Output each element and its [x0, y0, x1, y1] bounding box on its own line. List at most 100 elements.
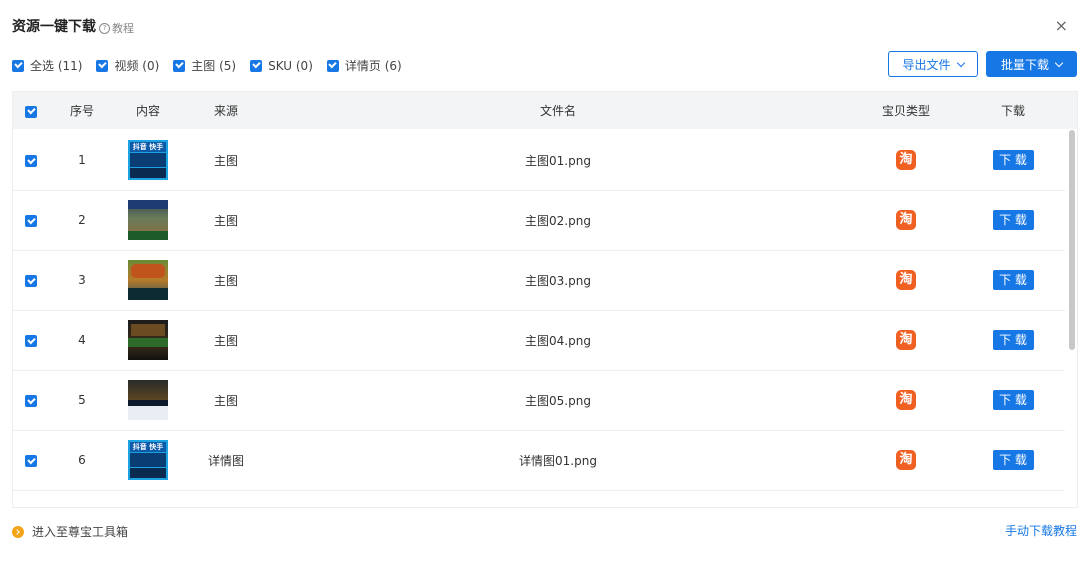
filter-label: 详情页 (6): [344, 59, 402, 73]
row-checkbox[interactable]: [25, 273, 43, 288]
batch-download-button[interactable]: 批量下载: [986, 51, 1077, 77]
row-index: 5: [78, 393, 86, 407]
row-thumbnail[interactable]: [123, 260, 173, 300]
row-checkbox[interactable]: [25, 153, 43, 168]
col-filename: 文件名: [539, 104, 576, 118]
checkbox-icon[interactable]: [326, 59, 339, 72]
row-checkbox[interactable]: [25, 333, 43, 348]
chevron-down-icon: [1054, 58, 1064, 67]
download-button[interactable]: 下 载: [983, 330, 1043, 350]
filter-detail-page[interactable]: 详情页 (6): [326, 57, 402, 74]
taobao-icon: 淘: [896, 330, 916, 350]
filter-label: 全选 (11): [30, 59, 83, 73]
filter-main-image[interactable]: 主图 (5): [173, 57, 236, 74]
thumbnail-image: [128, 320, 168, 360]
taobao-icon: 淘: [896, 450, 916, 470]
table-row: 3 主图 主图03.png 淘 下 载: [13, 250, 1065, 311]
download-label[interactable]: 下 载: [992, 150, 1034, 170]
checkbox-icon[interactable]: [25, 155, 37, 168]
download-button[interactable]: 下 载: [983, 390, 1043, 410]
download-label[interactable]: 下 载: [992, 210, 1034, 230]
filter-sku[interactable]: SKU (0): [250, 59, 313, 73]
row-thumbnail[interactable]: 抖音 快手: [123, 140, 173, 180]
chevron-down-icon: [956, 58, 965, 67]
thumbnail-image: [128, 380, 168, 420]
checkbox-icon[interactable]: [25, 105, 37, 118]
filter-label: SKU (0): [268, 58, 313, 73]
thumbnail-image: 抖音 快手: [128, 140, 168, 180]
row-filename: 主图05.png: [525, 393, 591, 408]
table-scrollbar[interactable]: [1069, 130, 1075, 350]
col-index: 序号: [69, 104, 94, 118]
download-button[interactable]: 下 载: [983, 210, 1043, 230]
checkbox-icon[interactable]: [25, 335, 37, 348]
table-row: 5 主图 主图05.png 淘 下 载: [13, 370, 1065, 431]
help-label: 教程: [112, 22, 134, 35]
download-label[interactable]: 下 载: [992, 450, 1034, 470]
row-thumbnail[interactable]: [123, 380, 173, 420]
help-link[interactable]: ? 教程: [99, 20, 134, 36]
row-index: 4: [78, 333, 86, 347]
taobao-icon: 淘: [896, 270, 916, 290]
filter-select-all[interactable]: 全选 (11): [12, 57, 82, 74]
dialog-title: 资源一键下载: [12, 19, 96, 35]
taobao-icon: 淘: [881, 210, 931, 230]
row-checkbox[interactable]: [25, 393, 43, 408]
manual-download-tutorial-link[interactable]: 手动下载教程: [1005, 522, 1077, 539]
taobao-icon: 淘: [896, 210, 916, 230]
checkbox-icon[interactable]: [250, 59, 263, 72]
row-thumbnail[interactable]: [123, 200, 173, 240]
row-source: 主图: [213, 273, 238, 288]
filter-video[interactable]: 视频 (0): [96, 57, 159, 74]
row-index: 2: [78, 213, 86, 227]
download-label[interactable]: 下 载: [992, 270, 1034, 290]
col-item-type: 宝贝类型: [881, 104, 930, 118]
download-button[interactable]: 下 载: [983, 150, 1043, 170]
row-thumbnail[interactable]: [123, 320, 173, 360]
row-checkbox[interactable]: [25, 213, 43, 228]
row-source: 主图: [213, 333, 238, 348]
download-label[interactable]: 下 载: [992, 390, 1034, 410]
question-icon: ?: [99, 22, 110, 34]
row-source: 主图: [213, 213, 238, 228]
filter-label: 视频 (0): [114, 59, 160, 73]
taobao-icon: 淘: [881, 270, 931, 290]
table-row: 1 抖音 快手 主图 主图01.png 淘 下 载: [13, 130, 1065, 191]
filter-label: 主图 (5): [191, 59, 237, 73]
row-index: 6: [78, 453, 86, 467]
checkbox-icon[interactable]: [12, 59, 24, 72]
resource-table: 序号 内容 来源 文件名 宝贝类型 下载 1 抖音 快手 主图 主图01.png…: [12, 91, 1078, 508]
row-filename: 主图02.png: [525, 213, 591, 228]
checkbox-icon[interactable]: [25, 395, 37, 408]
col-source: 来源: [213, 104, 238, 118]
table-row-partial: [13, 490, 1065, 507]
toolbox-link[interactable]: 进入至尊宝工具箱: [12, 523, 128, 540]
download-button[interactable]: 下 载: [983, 270, 1043, 290]
toolbox-label: 进入至尊宝工具箱: [32, 525, 129, 539]
thumbnail-image: [128, 200, 168, 240]
taobao-icon: 淘: [881, 390, 931, 410]
checkbox-icon[interactable]: [96, 59, 109, 72]
header-checkbox[interactable]: [25, 103, 43, 118]
download-button[interactable]: 下 载: [983, 450, 1043, 470]
row-filename: 主图03.png: [525, 273, 591, 288]
close-icon[interactable]: ×: [1055, 16, 1068, 35]
col-content: 内容: [135, 104, 160, 118]
table-header: 序号 内容 来源 文件名 宝贝类型 下载: [13, 92, 1077, 129]
row-filename: 详情图01.png: [519, 453, 597, 468]
checkbox-icon[interactable]: [25, 455, 37, 468]
checkbox-icon[interactable]: [25, 275, 37, 288]
export-file-button[interactable]: 导出文件: [888, 51, 978, 77]
batch-label: 批量下载: [1000, 57, 1049, 72]
row-thumbnail[interactable]: 抖音 快手: [123, 440, 173, 480]
checkbox-icon[interactable]: [173, 59, 186, 72]
row-source: 主图: [213, 393, 238, 408]
download-label[interactable]: 下 载: [992, 330, 1034, 350]
thumbnail-image: 抖音 快手: [128, 440, 168, 480]
table-row: 6 抖音 快手 详情图 详情图01.png 淘 下 载: [13, 430, 1065, 491]
row-checkbox[interactable]: [25, 453, 43, 468]
taobao-icon: 淘: [881, 450, 931, 470]
checkbox-icon[interactable]: [25, 215, 37, 228]
taobao-icon: 淘: [896, 150, 916, 170]
taobao-icon: 淘: [896, 390, 916, 410]
